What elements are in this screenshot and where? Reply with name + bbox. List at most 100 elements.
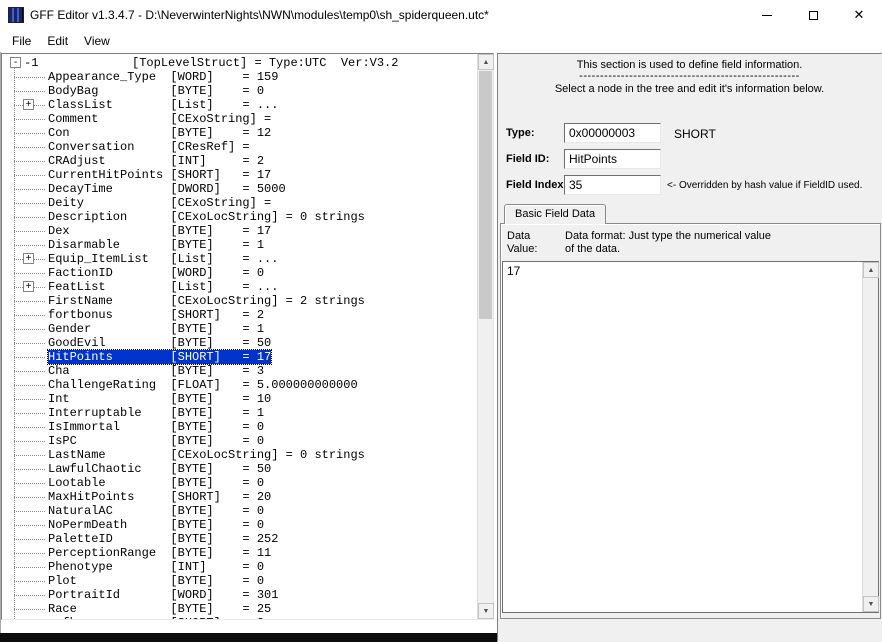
- tree-node-NaturalAC[interactable]: NaturalAC [BYTE] = 0: [48, 504, 264, 518]
- tree-node-Comment[interactable]: Comment [CExoString] =: [48, 112, 271, 126]
- tree-row[interactable]: Disarmable [BYTE] = 1: [2, 238, 477, 252]
- tree-scrollbar[interactable]: ▲ ▼: [477, 54, 493, 619]
- app-icon[interactable]: [8, 7, 24, 23]
- tree-node-PerceptionRange[interactable]: PerceptionRange [BYTE] = 11: [48, 546, 271, 560]
- tree-node-fortbonus[interactable]: fortbonus [SHORT] = 2: [48, 308, 264, 322]
- tree-node-ChallengeRating[interactable]: ChallengeRating [FLOAT] = 5.000000000000: [48, 378, 358, 392]
- tree-node-Cha[interactable]: Cha [BYTE] = 3: [48, 364, 264, 378]
- data-value-input[interactable]: 17: [503, 262, 861, 612]
- tree-node-Interruptable[interactable]: Interruptable [BYTE] = 1: [48, 406, 264, 420]
- tree-node-FactionID[interactable]: FactionID [WORD] = 0: [48, 266, 264, 280]
- field-index-input[interactable]: [564, 175, 661, 195]
- tree-row[interactable]: Interruptable [BYTE] = 1: [2, 406, 477, 420]
- maximize-button[interactable]: [790, 0, 836, 30]
- tree-node-GoodEvil[interactable]: GoodEvil [BYTE] = 50: [48, 336, 271, 350]
- scrollbar-thumb[interactable]: [479, 71, 492, 319]
- tree-row[interactable]: Lootable [BYTE] = 0: [2, 476, 477, 490]
- tree-row[interactable]: IsPC [BYTE] = 0: [2, 434, 477, 448]
- data-value-scrollbar[interactable]: ▲ ▼: [862, 262, 878, 612]
- tree-node-Con[interactable]: Con [BYTE] = 12: [48, 126, 271, 140]
- tree-node-Disarmable[interactable]: Disarmable [BYTE] = 1: [48, 238, 264, 252]
- tree-row[interactable]: +ClassList [List] = ...: [2, 98, 477, 112]
- tree-node-Appearance_Type[interactable]: Appearance_Type [WORD] = 159: [48, 70, 278, 84]
- tree-row[interactable]: PerceptionRange [BYTE] = 11: [2, 546, 477, 560]
- scroll-up-button[interactable]: ▲: [478, 54, 494, 70]
- scroll-down-button[interactable]: ▼: [863, 596, 879, 612]
- type-input[interactable]: [564, 123, 661, 143]
- tree-row[interactable]: Cha [BYTE] = 3: [2, 364, 477, 378]
- tree-node-Deity[interactable]: Deity [CExoString] =: [48, 196, 271, 210]
- tree-row[interactable]: NoPermDeath [BYTE] = 0: [2, 518, 477, 532]
- tree-node-LastName[interactable]: LastName [CExoLocString] = 0 strings: [48, 448, 365, 462]
- close-button[interactable]: ✕: [836, 0, 882, 30]
- menu-view[interactable]: View: [76, 31, 118, 51]
- expand-icon[interactable]: +: [23, 253, 34, 264]
- tree-row[interactable]: fortbonus [SHORT] = 2: [2, 308, 477, 322]
- tree-node-IsImmortal[interactable]: IsImmortal [BYTE] = 0: [48, 420, 264, 434]
- tree-node-NoPermDeath[interactable]: NoPermDeath [BYTE] = 0: [48, 518, 264, 532]
- tree-row[interactable]: Dex [BYTE] = 17: [2, 224, 477, 238]
- menu-file[interactable]: File: [4, 31, 39, 51]
- tree-row[interactable]: FactionID [WORD] = 0: [2, 266, 477, 280]
- tree-node-PortraitId[interactable]: PortraitId [WORD] = 301: [48, 588, 278, 602]
- tree-row[interactable]: GoodEvil [BYTE] = 50: [2, 336, 477, 350]
- tree-node-BodyBag[interactable]: BodyBag [BYTE] = 0: [48, 84, 264, 98]
- tree-row[interactable]: IsImmortal [BYTE] = 0: [2, 420, 477, 434]
- tree-node-Phenotype[interactable]: Phenotype [INT] = 0: [48, 560, 264, 574]
- tree-row[interactable]: Plot [BYTE] = 0: [2, 574, 477, 588]
- tree-row[interactable]: LawfulChaotic [BYTE] = 50: [2, 462, 477, 476]
- tree-row[interactable]: MaxHitPoints [SHORT] = 20: [2, 490, 477, 504]
- tree-root-row[interactable]: --1 [TopLevelStruct] = Type:UTC Ver:V3.2: [2, 56, 477, 70]
- tree-row[interactable]: PaletteID [BYTE] = 252: [2, 532, 477, 546]
- tree-node-PaletteID[interactable]: PaletteID [BYTE] = 252: [48, 532, 278, 546]
- tree-row[interactable]: Appearance_Type [WORD] = 159: [2, 70, 477, 84]
- tree-row[interactable]: NaturalAC [BYTE] = 0: [2, 504, 477, 518]
- tree-node-ClassList[interactable]: ClassList [List] = ...: [48, 98, 278, 112]
- tree-node-Dex[interactable]: Dex [BYTE] = 17: [48, 224, 271, 238]
- tree-row[interactable]: Conversation [CResRef] =: [2, 140, 477, 154]
- field-id-input[interactable]: [564, 149, 661, 169]
- tree-node-HitPoints[interactable]: HitPoints [SHORT] = 17: [48, 350, 271, 364]
- expand-icon[interactable]: +: [23, 281, 34, 292]
- tree-row[interactable]: Race [BYTE] = 25: [2, 602, 477, 616]
- tree-node-FirstName[interactable]: FirstName [CExoLocString] = 2 strings: [48, 294, 365, 308]
- tree-node-Lootable[interactable]: Lootable [BYTE] = 0: [48, 476, 264, 490]
- tree-row[interactable]: PortraitId [WORD] = 301: [2, 588, 477, 602]
- tree-node-DecayTime[interactable]: DecayTime [DWORD] = 5000: [48, 182, 286, 196]
- tree-row[interactable]: Description [CExoLocString] = 0 strings: [2, 210, 477, 224]
- tree-node-Plot[interactable]: Plot [BYTE] = 0: [48, 574, 264, 588]
- tree-node-Int[interactable]: Int [BYTE] = 10: [48, 392, 271, 406]
- tree-row[interactable]: Int [BYTE] = 10: [2, 392, 477, 406]
- tree-node-IsPC[interactable]: IsPC [BYTE] = 0: [48, 434, 264, 448]
- tree-row[interactable]: HitPoints [SHORT] = 17: [2, 350, 477, 364]
- tree-node-MaxHitPoints[interactable]: MaxHitPoints [SHORT] = 20: [48, 490, 271, 504]
- tree-row[interactable]: + Equip_ItemList [List] = ...: [2, 252, 477, 266]
- tree-node-Equip_ItemList[interactable]: Equip_ItemList [List] = ...: [48, 252, 278, 266]
- tree-node-Race[interactable]: Race [BYTE] = 25: [48, 602, 271, 616]
- tree-node-CRAdjust[interactable]: CRAdjust [INT] = 2: [48, 154, 264, 168]
- tree-row[interactable]: refbonus [SHORT] = 2: [2, 616, 477, 619]
- tree-row[interactable]: Comment [CExoString] =: [2, 112, 477, 126]
- tree-node-Conversation[interactable]: Conversation [CResRef] =: [48, 140, 250, 154]
- collapse-icon[interactable]: -: [10, 57, 21, 68]
- tree-row[interactable]: LastName [CExoLocString] = 0 strings: [2, 448, 477, 462]
- tree-row[interactable]: Con [BYTE] = 12: [2, 126, 477, 140]
- minimize-button[interactable]: [744, 0, 790, 30]
- tree-row[interactable]: BodyBag [BYTE] = 0: [2, 84, 477, 98]
- tree-node-root[interactable]: -1 [TopLevelStruct] = Type:UTC Ver:V3.2: [24, 56, 398, 70]
- tree-row[interactable]: Deity [CExoString] =: [2, 196, 477, 210]
- tree-node-Gender[interactable]: Gender [BYTE] = 1: [48, 322, 264, 336]
- tab-basic-field-data[interactable]: Basic Field Data: [504, 204, 606, 224]
- tree-node-refbonus[interactable]: refbonus [SHORT] = 2: [48, 616, 264, 619]
- scroll-down-button[interactable]: ▼: [478, 603, 494, 619]
- tree-node-CurrentHitPoints[interactable]: CurrentHitPoints [SHORT] = 17: [48, 168, 271, 182]
- tree-row[interactable]: CurrentHitPoints [SHORT] = 17: [2, 168, 477, 182]
- tree-row[interactable]: ChallengeRating [FLOAT] = 5.000000000000: [2, 378, 477, 392]
- tree-row[interactable]: FirstName [CExoLocString] = 2 strings: [2, 294, 477, 308]
- scroll-up-button[interactable]: ▲: [863, 262, 879, 278]
- tree-row[interactable]: CRAdjust [INT] = 2: [2, 154, 477, 168]
- tree-row[interactable]: DecayTime [DWORD] = 5000: [2, 182, 477, 196]
- tree-row[interactable]: Gender [BYTE] = 1: [2, 322, 477, 336]
- tree-node-LawfulChaotic[interactable]: LawfulChaotic [BYTE] = 50: [48, 462, 271, 476]
- menu-edit[interactable]: Edit: [39, 31, 76, 51]
